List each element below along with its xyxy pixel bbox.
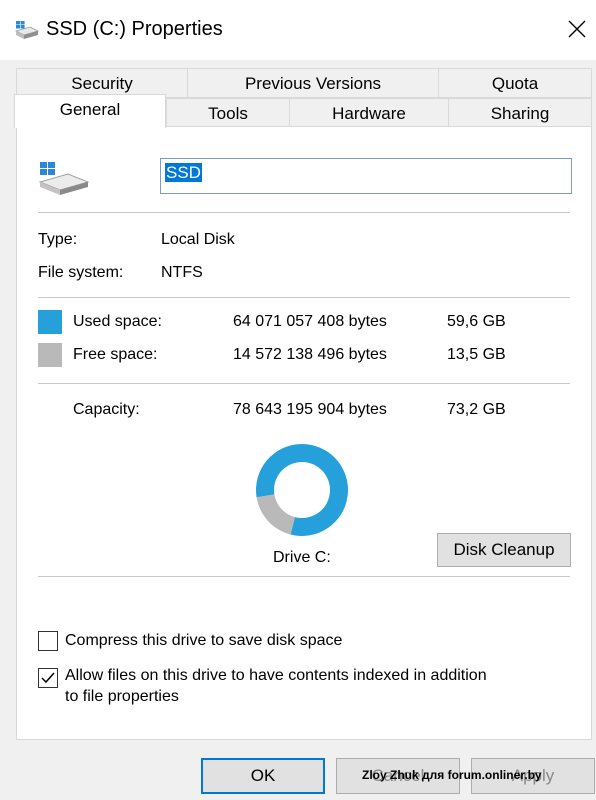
free-space-bytes: 14 572 138 496 bytes xyxy=(233,346,387,363)
tab-previous-versions[interactable]: Previous Versions xyxy=(187,68,439,98)
capacity-bytes: 78 643 195 904 bytes xyxy=(233,401,387,418)
drive-name-value: SSD xyxy=(165,163,202,182)
disk-cleanup-button[interactable]: Disk Cleanup xyxy=(437,533,571,567)
free-space-swatch xyxy=(38,343,62,367)
separator xyxy=(38,297,570,298)
used-space-label: Used space: xyxy=(73,313,162,330)
tab-hardware[interactable]: Hardware xyxy=(289,98,449,127)
tab-tools[interactable]: Tools xyxy=(166,98,290,127)
watermark-text: Zloy Zhuk для forum.onliner.by xyxy=(362,768,542,782)
used-space-gb: 59,6 GB xyxy=(447,313,506,330)
drive-icon xyxy=(14,21,40,39)
ok-button[interactable]: OK xyxy=(201,758,325,794)
drive-icon xyxy=(38,162,90,195)
capacity-gb: 73,2 GB xyxy=(447,401,506,418)
separator xyxy=(38,576,570,577)
tab-sharing[interactable]: Sharing xyxy=(448,98,592,127)
type-label: Type: xyxy=(38,231,78,248)
index-checkbox[interactable] xyxy=(38,668,58,688)
file-system-label: File system: xyxy=(38,264,124,281)
tab-general[interactable]: General xyxy=(14,94,166,128)
close-icon[interactable] xyxy=(560,12,594,46)
drive-name-input[interactable]: SSD xyxy=(160,158,572,194)
checkmark-icon xyxy=(41,672,55,684)
drive-letter-label: Drive C: xyxy=(273,549,331,566)
window-title: SSD (C:) Properties xyxy=(46,18,223,40)
index-label-line1: Allow files on this drive to have conten… xyxy=(65,667,487,684)
disk-usage-donut xyxy=(256,444,348,536)
used-space-swatch xyxy=(38,310,62,334)
separator xyxy=(38,383,570,384)
separator xyxy=(38,212,570,213)
compress-checkbox[interactable] xyxy=(38,631,58,651)
compress-label: Compress this drive to save disk space xyxy=(65,632,343,649)
free-space-label: Free space: xyxy=(73,346,158,363)
free-space-segment xyxy=(256,494,296,535)
type-value: Local Disk xyxy=(161,231,235,248)
capacity-label: Capacity: xyxy=(73,401,140,418)
file-system-value: NTFS xyxy=(161,264,203,281)
free-space-gb: 13,5 GB xyxy=(447,346,506,363)
tab-quota[interactable]: Quota xyxy=(438,68,592,98)
title-bar: SSD (C:) Properties xyxy=(0,0,596,60)
used-space-bytes: 64 071 057 408 bytes xyxy=(233,313,387,330)
index-label-line2: to file properties xyxy=(65,688,179,705)
